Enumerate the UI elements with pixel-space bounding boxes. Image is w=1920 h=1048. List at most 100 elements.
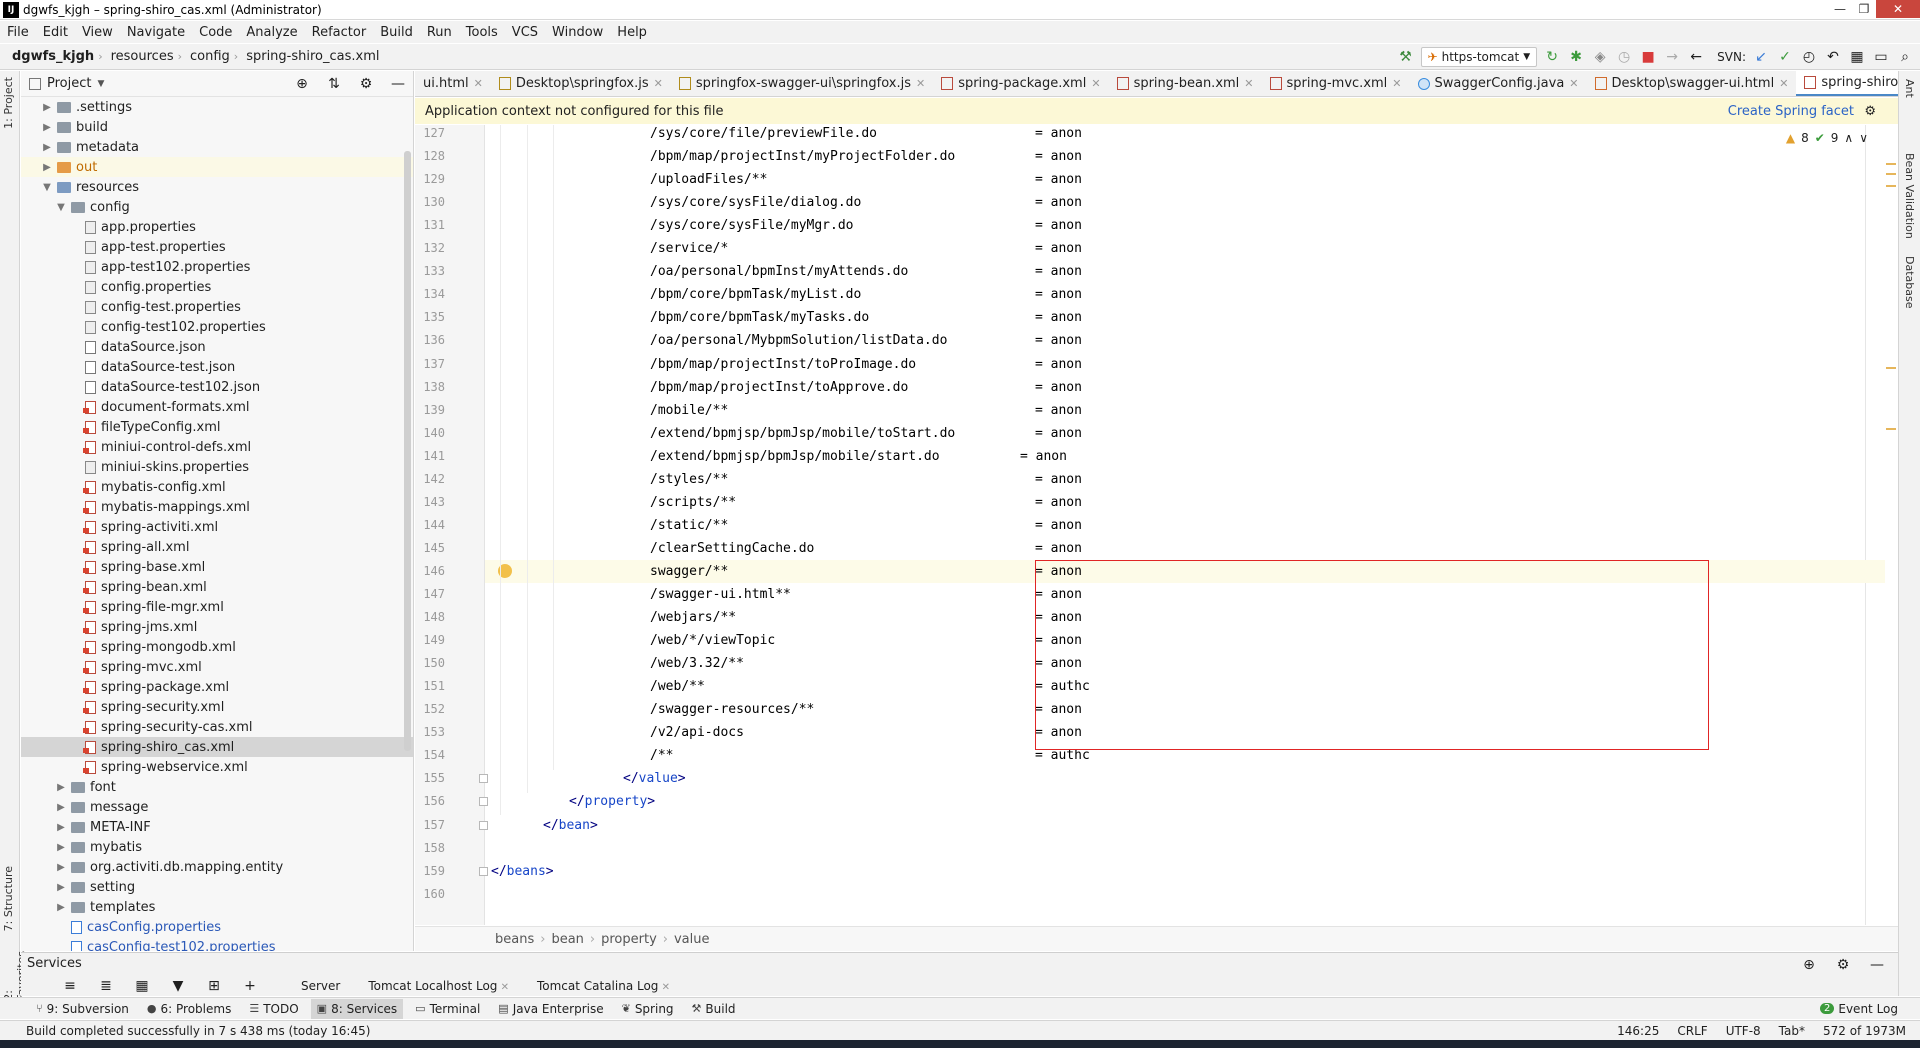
structure-tool-tab[interactable]: 7: Structure (2, 866, 15, 931)
menu-edit[interactable]: Edit (36, 25, 75, 40)
tree-item[interactable]: app-test.properties (21, 237, 413, 257)
forward-icon[interactable]: → (1663, 48, 1681, 66)
menu-navigate[interactable]: Navigate (120, 25, 192, 40)
tree-item[interactable]: ▶ font (21, 777, 413, 797)
indent-setting[interactable]: Tab* (1779, 1024, 1805, 1038)
menu-view[interactable]: View (75, 25, 120, 40)
tool-window-button[interactable]: ▣ 8: Services (310, 998, 404, 1019)
error-stripe-marker[interactable] (1886, 173, 1896, 175)
back-icon[interactable]: ← (1687, 48, 1705, 66)
breadcrumb-item[interactable]: config (182, 49, 234, 64)
tree-item[interactable]: dataSource-test.json (21, 357, 413, 377)
tree-item[interactable]: mybatis-mappings.xml (21, 497, 413, 517)
tree-item[interactable]: app-test102.properties (21, 257, 413, 277)
tree-item[interactable]: spring-all.xml (21, 537, 413, 557)
gear-icon[interactable]: ⚙ (1864, 104, 1876, 119)
chevron-up-icon[interactable]: ∧ (1844, 131, 1853, 145)
editor-tab[interactable]: spring-mvc.xml ✕ (1262, 71, 1410, 96)
line-separator[interactable]: CRLF (1677, 1024, 1707, 1038)
gear-icon[interactable]: ⚙ (357, 75, 375, 93)
collapse-all-icon[interactable]: ⇅ (325, 75, 343, 93)
close-tab-icon[interactable]: ✕ (1779, 77, 1788, 90)
tool-window-button[interactable]: ⚒ Build (686, 999, 742, 1019)
tree-item[interactable]: ▼ resources (21, 177, 413, 197)
bean-validation-tool-tab[interactable]: Bean Validation (1903, 153, 1916, 239)
menu-refactor[interactable]: Refactor (305, 25, 374, 40)
chevron-right-icon[interactable]: ▶ (41, 122, 53, 133)
gear-icon[interactable]: ⚙ (1834, 956, 1852, 974)
tree-item[interactable]: config-test102.properties (21, 317, 413, 337)
tree-item[interactable]: spring-security-cas.xml (21, 717, 413, 737)
menu-code[interactable]: Code (192, 25, 239, 40)
tree-item[interactable]: ▼ config (21, 197, 413, 217)
tree-item[interactable]: spring-mvc.xml (21, 657, 413, 677)
services-tab[interactable]: Server (297, 979, 344, 993)
tree-item[interactable]: ▶ templates (21, 897, 413, 917)
editor-tab[interactable]: ui.html ✕ (415, 71, 491, 96)
tree-item[interactable]: ▶ .settings (21, 97, 413, 117)
tree-item[interactable]: spring-webservice.xml (21, 757, 413, 777)
collapse-all-icon[interactable]: ≣ (97, 977, 115, 995)
chevron-down-icon[interactable]: ▼ (41, 182, 53, 193)
close-tab-icon[interactable]: ✕ (658, 982, 670, 993)
tree-item[interactable]: ▶ metadata (21, 137, 413, 157)
chevron-down-icon[interactable]: ▼ (97, 79, 104, 89)
tree-item[interactable]: casConfig.properties (21, 917, 413, 937)
close-tab-icon[interactable]: ✕ (654, 77, 663, 90)
menu-vcs[interactable]: VCS (505, 25, 545, 40)
chevron-right-icon[interactable]: ▶ (41, 102, 53, 113)
memory-indicator[interactable]: 572 of 1973M (1823, 1024, 1906, 1038)
chevron-right-icon[interactable]: ▶ (55, 902, 67, 913)
tool-window-button[interactable]: ▭ Terminal (409, 999, 486, 1019)
editor-tab[interactable]: spring-bean.xml ✕ (1109, 71, 1262, 96)
tree-item[interactable]: spring-bean.xml (21, 577, 413, 597)
tree-item[interactable]: spring-package.xml (21, 677, 413, 697)
maximize-button[interactable]: ❐ (1852, 0, 1876, 18)
tool-window-button[interactable]: ▤ Java Enterprise (492, 999, 609, 1019)
build-hammer-icon[interactable]: ⚒ (1397, 48, 1415, 66)
breadcrumb-item[interactable]: dgwfs_kjgh (0, 49, 98, 64)
locate-icon[interactable]: ⊕ (1800, 956, 1818, 974)
editor-tab[interactable]: SwaggerConfig.java ✕ (1410, 71, 1587, 96)
fold-marker-icon[interactable] (479, 867, 488, 876)
hide-icon[interactable]: — (1868, 956, 1886, 974)
error-stripe-marker[interactable] (1886, 367, 1896, 369)
svn-commit-icon[interactable]: ✓ (1776, 48, 1794, 66)
search-icon[interactable]: ⌕ (1896, 48, 1914, 66)
tree-item[interactable]: miniui-skins.properties (21, 457, 413, 477)
svn-update-icon[interactable]: ↙ (1752, 48, 1770, 66)
presentation-icon[interactable]: ▭ (1872, 48, 1890, 66)
tree-item[interactable]: spring-mongodb.xml (21, 637, 413, 657)
fold-marker-icon[interactable] (479, 774, 488, 783)
code-editor[interactable]: 127 128 129 130 131 132 133 134 135 136 137 138 139 1… (415, 125, 1898, 925)
inspection-widget[interactable]: ▲ 8 ✔ 9 ∧ ∨ (1786, 131, 1868, 145)
error-stripe-marker[interactable] (1886, 428, 1896, 430)
editor-tab[interactable]: Desktop\springfox.js ✕ (491, 71, 671, 96)
tree-item[interactable]: ▶ org.activiti.db.mapping.entity (21, 857, 413, 877)
project-view-select[interactable]: Project (47, 76, 91, 91)
close-tab-icon[interactable]: ✕ (1091, 77, 1100, 90)
project-tool-tab[interactable]: 1: Project (2, 77, 15, 129)
expand-all-icon[interactable]: ≡ (61, 977, 79, 995)
tree-item[interactable]: ▶ mybatis (21, 837, 413, 857)
services-tab[interactable]: Tomcat Localhost Log ✕ (364, 979, 513, 993)
create-spring-facet-link[interactable]: Create Spring facet (1728, 104, 1854, 119)
tool-window-button[interactable]: ☰ TODO (243, 999, 304, 1019)
tree-item[interactable]: spring-security.xml (21, 697, 413, 717)
tree-item[interactable]: spring-file-mgr.xml (21, 597, 413, 617)
add-icon[interactable]: + (241, 977, 259, 995)
hide-icon[interactable]: — (389, 75, 407, 93)
menu-file[interactable]: File (0, 25, 36, 40)
close-tab-icon[interactable]: ✕ (1392, 77, 1401, 90)
tree-item[interactable]: spring-base.xml (21, 557, 413, 577)
ant-tool-tab[interactable]: Ant (1903, 79, 1916, 98)
tool-window-button[interactable]: ❦ Spring (616, 999, 680, 1019)
close-tab-icon[interactable]: ✕ (1244, 77, 1253, 90)
close-tab-icon[interactable]: ✕ (1569, 77, 1578, 90)
chevron-right-icon[interactable]: ▶ (55, 822, 67, 833)
project-scrollbar[interactable] (404, 151, 411, 751)
menu-build[interactable]: Build (373, 25, 420, 40)
filter-icon[interactable]: ▼ (169, 977, 187, 995)
run-configuration-select[interactable]: ✈ https-tomcat ▼ (1420, 47, 1538, 67)
xml-path-item[interactable]: beans (495, 932, 534, 947)
